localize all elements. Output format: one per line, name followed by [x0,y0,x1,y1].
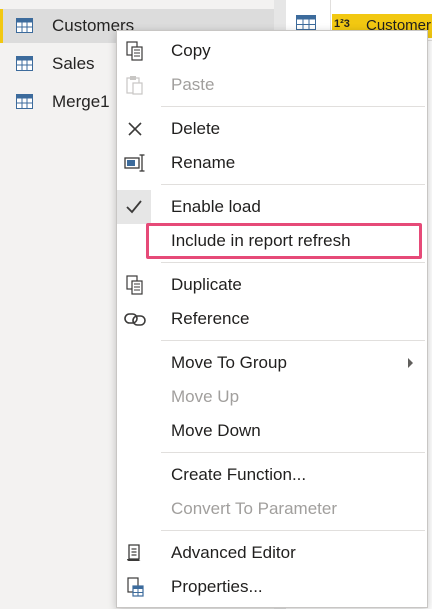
menu-separator [161,340,425,341]
checkmark-icon [117,190,151,224]
menu-item-label: Properties... [171,577,263,596]
table-icon [16,56,33,71]
menu-item-rename[interactable]: Rename [117,146,427,180]
menu-item-paste: Paste [117,68,427,102]
menu-item-include-in-report-refresh[interactable]: Include in report refresh [117,224,427,258]
table-icon [296,15,316,30]
menu-item-label: Move To Group [171,353,287,372]
menu-item-create-function[interactable]: Create Function... [117,458,427,492]
menu-item-advanced-editor[interactable]: Advanced Editor [117,536,427,570]
menu-item-label: Move Up [171,387,240,406]
properties-icon [123,575,147,599]
duplicate-icon [123,273,147,297]
table-icon [16,94,33,109]
menu-item-reference[interactable]: Reference [117,302,427,336]
advanced-editor-icon [123,541,147,565]
query-label: Sales [52,54,95,73]
menu-item-label: Convert To Parameter [171,499,337,518]
menu-item-label: Include in report refresh [171,231,351,250]
menu-item-label: Reference [171,309,250,328]
menu-item-properties[interactable]: Properties... [117,570,427,604]
menu-item-enable-load[interactable]: Enable load [117,190,427,224]
copy-icon [123,39,147,63]
menu-item-duplicate[interactable]: Duplicate [117,268,427,302]
menu-item-convert-to-parameter: Convert To Parameter [117,492,427,526]
menu-separator [161,184,425,185]
context-menu: Copy Paste Delete Rename Enable load Inc… [116,30,428,608]
menu-item-label: Enable load [171,197,261,216]
paste-icon [123,73,147,97]
reference-icon [123,307,147,331]
table-icon [16,18,33,33]
menu-separator [161,452,425,453]
delete-icon [123,117,147,141]
menu-item-label: Copy [171,41,211,60]
menu-item-delete[interactable]: Delete [117,112,427,146]
menu-separator [161,106,425,107]
query-label: Merge1 [52,92,110,111]
menu-item-label: Delete [171,119,221,138]
chevron-right-icon [408,358,413,368]
menu-item-move-down[interactable]: Move Down [117,414,427,448]
menu-item-move-up: Move Up [117,380,427,414]
menu-item-label: Rename [171,153,236,172]
menu-item-label: Duplicate [171,275,242,294]
rename-icon [123,151,147,175]
menu-separator [161,262,425,263]
menu-item-label: Move Down [171,421,261,440]
menu-separator [161,530,425,531]
menu-item-move-to-group[interactable]: Move To Group [117,346,427,380]
menu-item-label: Create Function... [171,465,307,484]
menu-item-label: Advanced Editor [171,543,296,562]
menu-item-label: Paste [171,75,215,94]
menu-item-copy[interactable]: Copy [117,34,427,68]
